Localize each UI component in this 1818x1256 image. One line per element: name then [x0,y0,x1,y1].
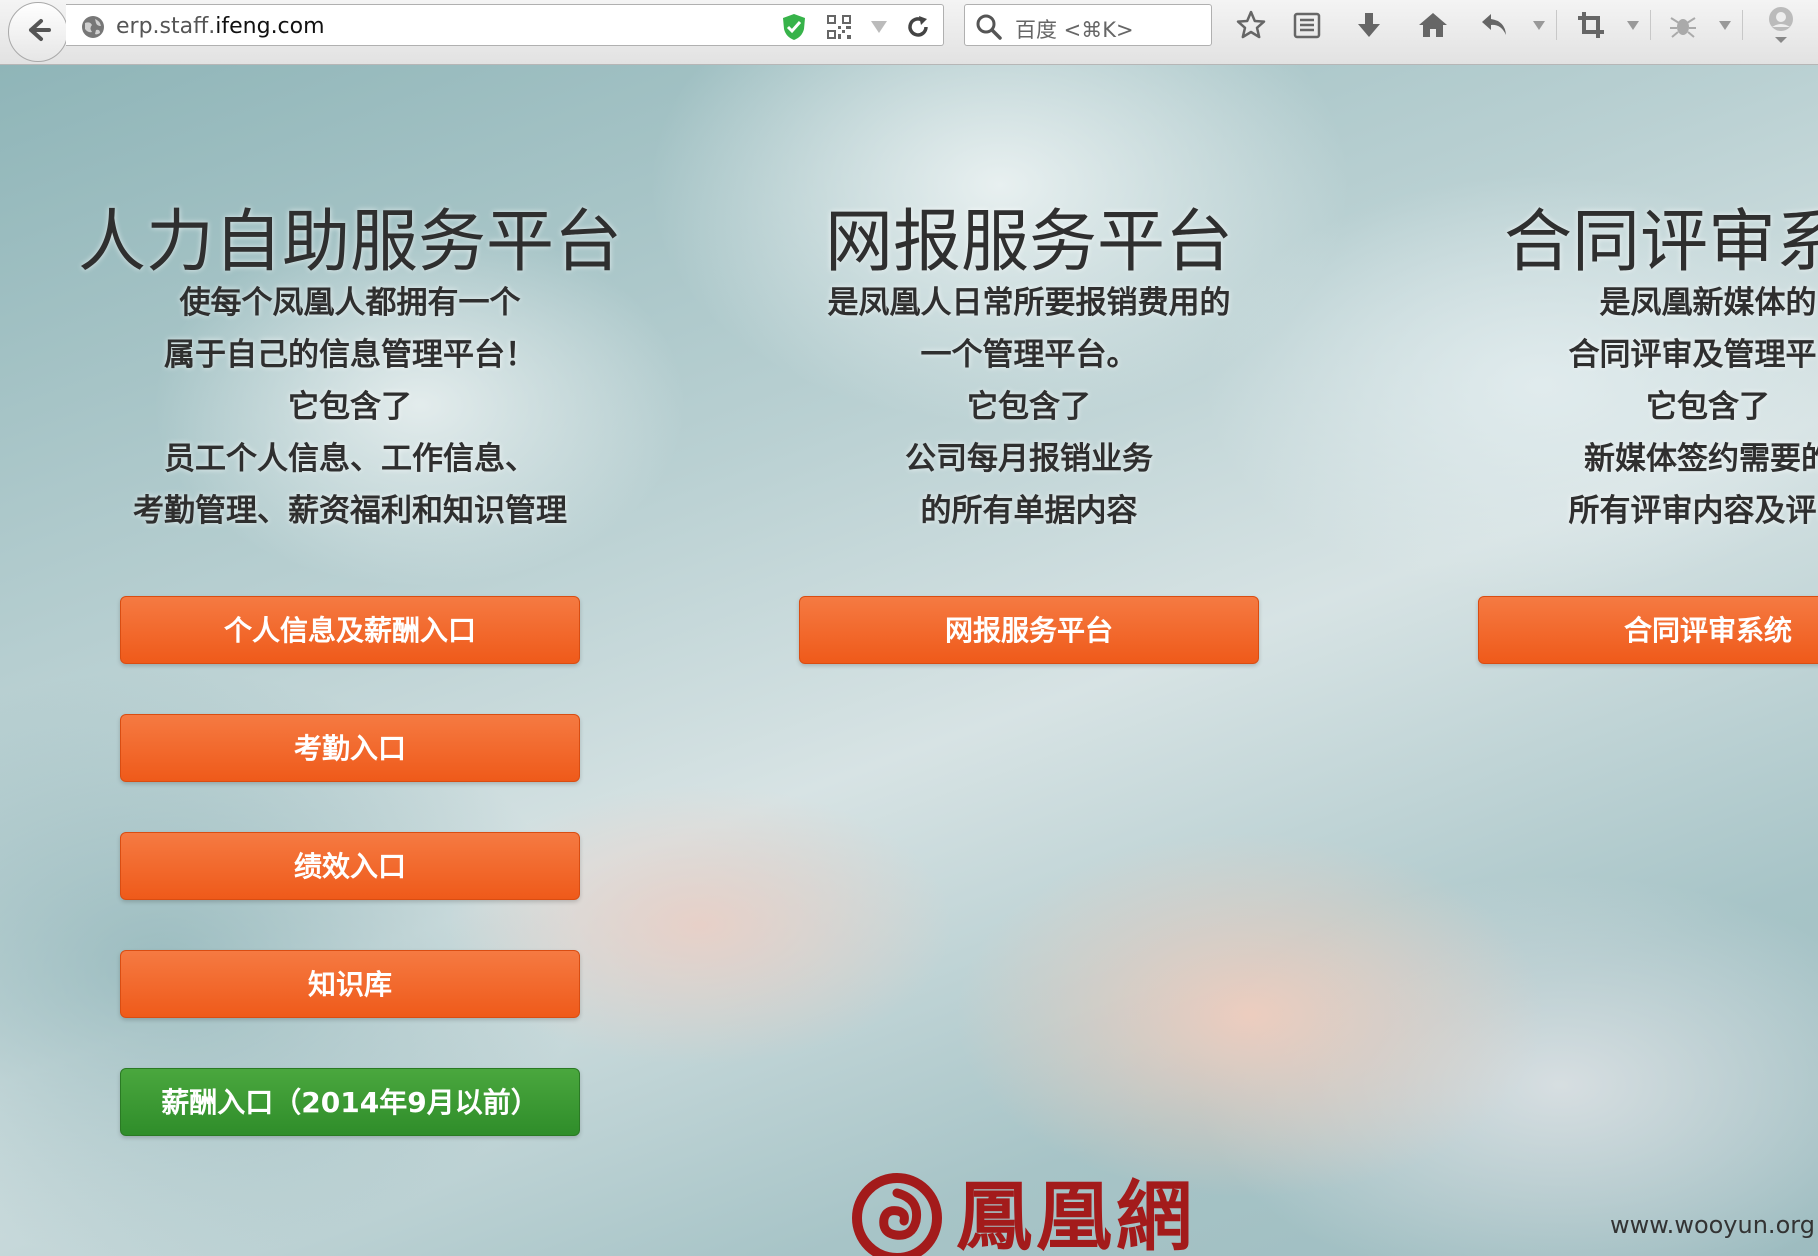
bug-dropdown-icon[interactable] [1718,17,1732,36]
url-prefix: erp.staff. [116,14,216,39]
dropdown-icon[interactable] [870,19,888,38]
shield-check-icon[interactable] [780,12,808,46]
description-line: 它包含了 [1646,389,1770,425]
qr-code-icon[interactable] [826,14,852,44]
personal-info-salary-button[interactable]: 个人信息及薪酬入口 [120,596,580,664]
logo-text: 鳳凰網 [956,1172,1196,1256]
search-bar[interactable]: 百度 <⌘K> [964,4,1212,46]
user-icon[interactable] [1762,6,1800,44]
undo-icon[interactable] [1476,6,1514,44]
phoenix-icon [852,1173,942,1256]
watermark: www.wooyun.org [1610,1211,1815,1239]
undo-dropdown-icon[interactable] [1532,17,1546,36]
search-icon [975,13,1003,45]
description-line: 新媒体签约需要的 [1584,441,1818,477]
home-icon[interactable] [1414,6,1452,44]
crop-icon[interactable] [1572,6,1610,44]
knowledge-base-button[interactable]: 知识库 [120,950,580,1018]
toolbar-divider [1742,10,1743,40]
section-description: 是凤凰新媒体的 合同评审及管理平台 它包含了 新媒体签约需要的 所有评审内容及评… [1278,277,1818,537]
reading-list-icon[interactable] [1288,6,1326,44]
search-input[interactable]: 百度 <⌘K> [1015,14,1134,44]
description-line: 合同评审及管理平台 [1568,337,1818,373]
star-icon[interactable] [1232,6,1270,44]
crop-dropdown-icon[interactable] [1626,17,1640,36]
performance-button[interactable]: 绩效入口 [120,832,580,900]
description-line: 是凤凰新媒体的 [1599,285,1817,321]
browser-toolbar: erp.staff.ifeng.com 百度 <⌘K> [0,0,1818,65]
download-icon[interactable] [1350,6,1388,44]
back-arrow-icon [23,15,53,49]
description-line: 所有评审内容及评审 [1568,493,1818,529]
section-title: 合同评审系统 [1503,203,1818,282]
attendance-button[interactable]: 考勤入口 [120,714,580,782]
url-text: erp.staff.ifeng.com [116,14,325,39]
bug-icon[interactable] [1664,6,1702,44]
page-content: 人力自助服务平台 使每个凤凰人都拥有一个 属于自己的信息管理平台！ 它包含了 员… [0,65,1818,1256]
globe-icon [80,14,106,44]
url-domain: ifeng.com [215,14,325,39]
back-button[interactable] [8,2,68,62]
ifeng-logo: 鳳凰網 [852,1173,1196,1256]
contract-review-button[interactable]: 合同评审系统 [1478,596,1818,664]
reload-icon[interactable] [904,13,932,45]
expense-platform-button[interactable]: 网报服务平台 [799,596,1259,664]
url-bar[interactable]: erp.staff.ifeng.com [66,4,944,46]
toolbar-divider [1556,10,1557,40]
legacy-salary-button[interactable]: 薪酬入口（2014年9月以前） [120,1068,580,1136]
toolbar-divider [1650,10,1651,40]
